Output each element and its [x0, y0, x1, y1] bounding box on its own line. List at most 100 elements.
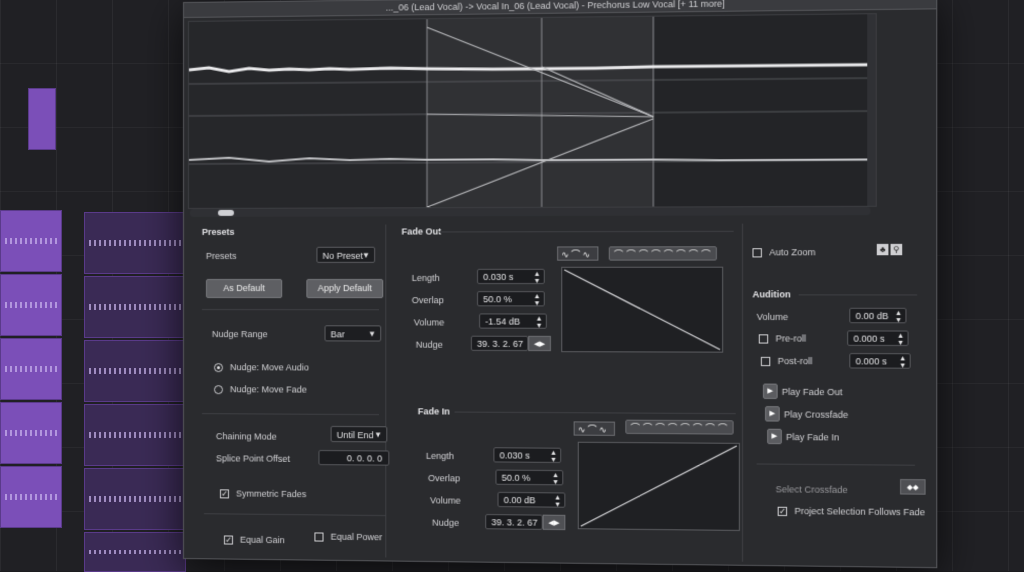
background-clip: [84, 276, 186, 338]
preroll-checkbox[interactable]: [758, 334, 769, 344]
stepper-icon: ▲ ▼: [899, 355, 907, 370]
play-fade-out-button[interactable]: ▶: [762, 383, 778, 400]
audition-volume-field[interactable]: 0.00 dB ▲ ▼: [849, 307, 907, 324]
divider: [454, 411, 736, 415]
fade-in-section-label: Fade In: [417, 406, 450, 417]
presets-section-label: Presets: [201, 226, 235, 237]
chevron-down-icon: ▼: [362, 250, 371, 260]
nudge-move-fade-radio[interactable]: [213, 385, 223, 395]
preroll-field[interactable]: 0.000 s ▲ ▼: [847, 330, 909, 348]
divider: [385, 224, 387, 558]
stepper-icon: ▲ ▼: [554, 494, 562, 509]
as-default-button[interactable]: As Default: [205, 278, 283, 299]
divider: [201, 309, 380, 311]
stepper-icon: ▲ ▼: [533, 293, 541, 308]
apply-default-button[interactable]: Apply Default: [306, 278, 384, 299]
fade-in-nudge-arrows[interactable]: ◀▶: [542, 514, 566, 531]
postroll-checkbox[interactable]: [760, 356, 771, 367]
fade-out-length-value: 0.030 s: [483, 271, 514, 283]
background-clip: [84, 532, 186, 572]
fade-out-volume-value: -1.54 dB: [485, 316, 521, 327]
stepper-icon: ▲ ▼: [535, 315, 543, 330]
auto-zoom-label[interactable]: Auto Zoom: [769, 247, 815, 257]
scrollbar-thumb[interactable]: [217, 209, 234, 216]
symmetric-fades-checkbox[interactable]: ✓: [219, 489, 229, 499]
stepper-icon: ▲ ▼: [896, 332, 905, 348]
splice-point-offset-field[interactable]: 0. 0. 0. 0: [318, 449, 390, 466]
background-clip: [84, 340, 186, 402]
play-crossfade-button[interactable]: ▶: [765, 406, 780, 422]
nudge-range-dropdown[interactable]: Bar ▼: [324, 325, 382, 342]
chaining-mode-label: Chaining Mode: [215, 431, 277, 442]
divider: [203, 513, 386, 517]
preset-icon[interactable]: ♣: [876, 243, 889, 256]
play-crossfade-label[interactable]: Play Crossfade: [784, 409, 848, 420]
equal-gain-checkbox[interactable]: ✓: [223, 535, 233, 545]
fade-in-nudge-field[interactable]: 39. 3. 2. 67: [485, 514, 543, 530]
fade-out-nudge-arrows[interactable]: ◀▶: [528, 335, 551, 352]
background-clip: [84, 404, 186, 466]
project-selection-follows-fade-label[interactable]: Project Selection Follows Fade: [794, 506, 925, 518]
stepper-icon: ▲ ▼: [552, 472, 560, 487]
divider: [201, 413, 380, 416]
nudge-move-audio-radio[interactable]: [213, 363, 223, 373]
fade-out-curve-type-selector[interactable]: ∿⌒∿: [557, 246, 599, 261]
fade-out-curve-svg: [562, 268, 722, 352]
fade-in-overlap-label: Overlap: [428, 473, 461, 484]
chaining-mode-dropdown[interactable]: Until End ▼: [330, 425, 388, 443]
stepper-icon: ▲ ▼: [533, 270, 541, 286]
fade-out-nudge-field[interactable]: 39. 3. 2. 67: [470, 335, 529, 352]
fade-out-shape-presets[interactable]: ⌒⌒⌒⌒⌒⌒⌒⌒: [608, 246, 717, 261]
postroll-field[interactable]: 0.000 s ▲ ▼: [849, 353, 911, 370]
background-clip: [0, 274, 62, 336]
equal-power-label[interactable]: Equal Power: [331, 532, 383, 543]
postroll-label[interactable]: Post-roll: [778, 356, 813, 366]
background-clip: [0, 466, 62, 528]
fade-in-length-field[interactable]: 0.030 s ▲ ▼: [493, 447, 562, 464]
presets-dropdown[interactable]: No Preset ▼: [316, 246, 376, 263]
play-fade-out-label[interactable]: Play Fade Out: [782, 387, 843, 398]
fade-out-length-field[interactable]: 0.030 s ▲ ▼: [477, 268, 545, 286]
fade-in-curve-display[interactable]: [577, 441, 740, 531]
select-crossfade-label: Select Crossfade: [775, 484, 848, 496]
fade-in-overlap-field[interactable]: 50.0 % ▲ ▼: [495, 469, 564, 487]
preroll-label[interactable]: Pre-roll: [776, 333, 807, 343]
auto-zoom-checkbox[interactable]: [752, 248, 762, 258]
play-fade-in-button[interactable]: ▶: [767, 428, 782, 445]
divider: [798, 294, 918, 296]
fade-in-shape-presets[interactable]: ⌒⌒⌒⌒⌒⌒⌒⌒: [625, 419, 734, 435]
fade-out-length-label: Length: [411, 272, 440, 284]
search-icon[interactable]: ⚲: [890, 243, 903, 256]
nudge-move-audio-label[interactable]: Nudge: Move Audio: [230, 362, 309, 372]
equal-gain-label[interactable]: Equal Gain: [240, 535, 285, 546]
divider: [438, 230, 734, 233]
vertical-scrollbar[interactable]: [867, 14, 876, 206]
postroll-value: 0.000 s: [855, 356, 887, 367]
stepper-icon: ▲ ▼: [549, 449, 558, 464]
fade-out-overlap-field[interactable]: 50.0 % ▲ ▼: [477, 291, 545, 308]
fade-out-curve-display[interactable]: [561, 266, 724, 353]
select-crossfade-arrows[interactable]: ◆◆: [900, 479, 926, 495]
fade-in-volume-label: Volume: [430, 495, 461, 506]
play-fade-in-label[interactable]: Play Fade In: [786, 432, 839, 443]
fade-out-section-label: Fade Out: [401, 226, 442, 237]
fade-in-curve-type-selector[interactable]: ∿⌒∿: [573, 421, 615, 436]
symmetric-fades-label[interactable]: Symmetric Fades: [236, 488, 306, 499]
background-clip: [0, 210, 62, 272]
background-clip: [84, 468, 186, 530]
background-clip: [84, 212, 186, 274]
fade-out-overlap-value: 50.0 %: [483, 294, 512, 305]
fade-in-volume-field[interactable]: 0.00 dB ▲ ▼: [497, 491, 566, 509]
fade-out-volume-field[interactable]: -1.54 dB ▲ ▼: [479, 313, 547, 330]
audition-volume-label: Volume: [756, 311, 789, 323]
presets-value: No Preset: [322, 250, 364, 261]
crossfade-waveform-display[interactable]: [187, 13, 877, 209]
equal-power-checkbox[interactable]: [314, 532, 324, 542]
horizontal-scrollbar[interactable]: [189, 206, 871, 217]
fade-in-curve-svg: [579, 443, 739, 530]
project-selection-follows-fade-checkbox[interactable]: ✓: [777, 506, 788, 517]
nudge-move-fade-label[interactable]: Nudge: Move Fade: [230, 384, 307, 394]
presets-label: Presets: [205, 250, 237, 261]
fade-out-nudge-label: Nudge: [415, 339, 443, 350]
fade-out-overlap-label: Overlap: [411, 295, 444, 306]
